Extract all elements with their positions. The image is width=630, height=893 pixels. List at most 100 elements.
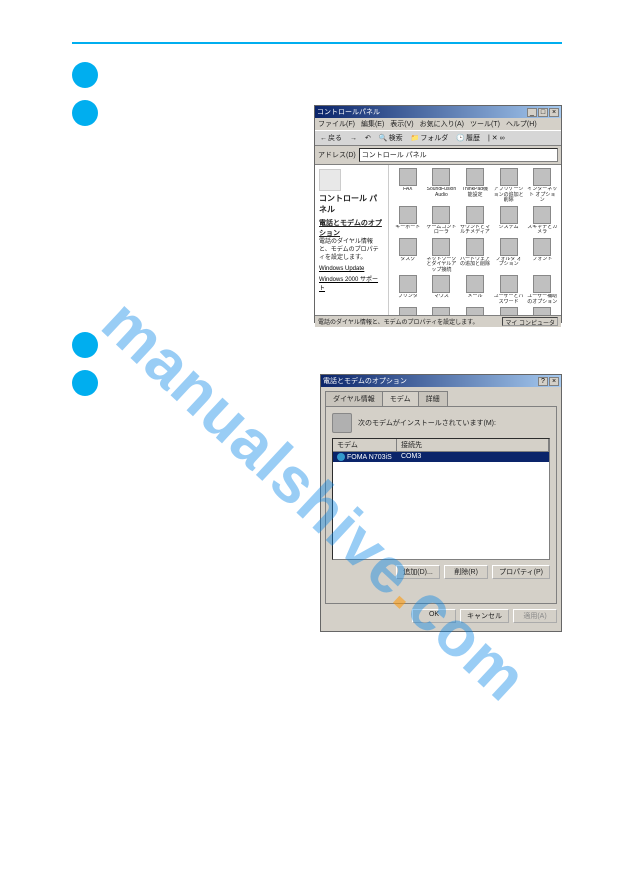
cp-item[interactable]: ゲームコントローラ <box>426 206 458 236</box>
cp-item-icon <box>399 238 417 256</box>
minimize-button[interactable]: _ <box>527 108 537 117</box>
md-body: ダイヤル情報 モデム 詳細 次のモデムがインストールされています(M): モデム… <box>321 387 561 631</box>
modem-list-row[interactable]: FOMA N703iS COM3 <box>333 452 549 462</box>
cp-sidebar-desc: 電話のダイヤル情報と、モデムのプロパティを設定します。 <box>319 239 384 262</box>
cp-item[interactable]: キーボード <box>392 206 424 236</box>
cp-item[interactable]: 地域のオプション <box>493 307 525 315</box>
add-button[interactable]: 追加(D)... <box>396 565 440 579</box>
link-windows-update[interactable]: Windows Update <box>319 266 384 272</box>
menu-tools[interactable]: ツール(T) <box>470 119 500 129</box>
cp-item[interactable]: 画面 <box>426 307 458 315</box>
menu-favorites[interactable]: お気に入り(A) <box>420 119 464 129</box>
modem-options-dialog: 電話とモデムのオプション ? × ダイヤル情報 モデム 詳細 次のモデムがインス… <box>320 374 562 632</box>
cp-item-label: メール <box>467 294 482 300</box>
cp-item[interactable]: ネットワークとダイヤルアップ接続 <box>426 238 458 274</box>
back-button[interactable]: ← 戻る <box>318 133 344 143</box>
tool-sep: | ✕ ∞ <box>486 134 507 142</box>
cp-sidebar-icon <box>319 169 341 191</box>
remove-button[interactable]: 削除(R) <box>444 565 488 579</box>
folders-button[interactable]: 📁フォルダ <box>409 133 451 143</box>
cp-item-label: タスク <box>400 257 415 263</box>
cp-item[interactable]: システム <box>493 206 525 236</box>
cp-addressbar: アドレス(D) コントロール パネル <box>315 146 561 165</box>
cp-item[interactable]: ThinkPad機能設定 <box>459 168 491 204</box>
md-tabpanel: 次のモデムがインストールされています(M): モデム 接続先 FOMA N703… <box>325 406 557 604</box>
apply-button[interactable]: 適用(A) <box>513 609 557 623</box>
menu-view[interactable]: 表示(V) <box>390 119 413 129</box>
cp-item[interactable]: フォルダ オプション <box>493 238 525 274</box>
cp-item[interactable]: プリンタ <box>392 275 424 305</box>
cp-item-icon <box>500 206 518 224</box>
step-bullet-4 <box>72 370 98 396</box>
ok-button[interactable]: OK <box>412 609 456 623</box>
cp-item[interactable]: FAX <box>392 168 424 204</box>
cp-item-icon <box>466 307 484 315</box>
md-tabs: ダイヤル情報 モデム 詳細 <box>325 391 557 406</box>
cp-item-icon <box>533 307 551 315</box>
cp-item[interactable]: ユーザーとパスワード <box>493 275 525 305</box>
cp-item[interactable]: タスク <box>392 238 424 274</box>
close-button[interactable]: × <box>549 377 559 386</box>
cp-item[interactable]: サウンドとマルチメディア <box>459 206 491 236</box>
cp-menubar: ファイル(F) 編集(E) 表示(V) お気に入り(A) ツール(T) ヘルプ(… <box>315 118 561 130</box>
cp-item-label: ハードウェアの追加と削除 <box>460 257 490 268</box>
forward-button[interactable]: → <box>348 135 359 142</box>
step-bullet-3 <box>72 332 98 358</box>
help-button[interactable]: ? <box>538 377 548 386</box>
maximize-button[interactable]: □ <box>538 108 548 117</box>
cp-item-icon <box>533 168 551 186</box>
cp-item[interactable]: アプリケーションの追加と削除 <box>493 168 525 204</box>
modem-list[interactable]: モデム 接続先 FOMA N703iS COM3 <box>332 438 550 560</box>
cp-item-icon <box>432 307 450 315</box>
close-button[interactable]: × <box>549 108 559 117</box>
menu-file[interactable]: ファイル(F) <box>318 119 355 129</box>
cancel-button[interactable]: キャンセル <box>460 609 509 623</box>
cp-item-icon <box>432 275 450 293</box>
cp-item[interactable]: 電源オプション <box>526 307 558 315</box>
cp-item[interactable]: メール <box>459 275 491 305</box>
cp-item-label: プリンタ <box>398 294 418 300</box>
cp-item[interactable]: マウス <box>426 275 458 305</box>
cp-item-label: ThinkPad機能設定 <box>460 187 490 198</box>
cp-item-label: マウス <box>434 294 449 300</box>
cp-item[interactable]: 管理ツール <box>459 307 491 315</box>
up-button[interactable]: ↶ <box>363 134 373 142</box>
menu-help[interactable]: ヘルプ(H) <box>506 119 537 129</box>
cp-item[interactable]: SoundFusion Audio <box>426 168 458 204</box>
cp-item-label: ユーザー補助のオプション <box>527 294 557 305</box>
address-label: アドレス(D) <box>318 150 356 160</box>
link-windows-support[interactable]: Windows 2000 サポート <box>319 274 384 292</box>
md-dialog-buttons: OK キャンセル 適用(A) <box>325 609 557 623</box>
search-button[interactable]: 🔍検索 <box>377 133 405 143</box>
md-titlebar: 電話とモデムのオプション ? × <box>321 375 561 387</box>
tab-modems[interactable]: モデム <box>382 391 419 406</box>
cp-item[interactable]: フォント <box>526 238 558 274</box>
md-title: 電話とモデムのオプション <box>323 376 407 386</box>
col-modem[interactable]: モデム <box>333 439 397 451</box>
cp-item-icon <box>399 206 417 224</box>
cp-item[interactable]: スキャナとカメラ <box>526 206 558 236</box>
cp-toolbar: ← 戻る → ↶ 🔍検索 📁フォルダ 🕒履歴 | ✕ ∞ <box>315 130 561 146</box>
cp-item[interactable]: インターネット オプション <box>526 168 558 204</box>
address-box[interactable]: コントロール パネル <box>359 148 558 162</box>
cp-item-label: ネットワークとダイヤルアップ接続 <box>426 257 456 274</box>
menu-edit[interactable]: 編集(E) <box>361 119 384 129</box>
cp-item-icon <box>500 238 518 256</box>
modem-name-cell: FOMA N703iS <box>333 452 397 462</box>
md-instruction: 次のモデムがインストールされています(M): <box>358 418 496 428</box>
modem-port-cell: COM3 <box>397 452 549 462</box>
cp-item[interactable]: ユーザー補助のオプション <box>526 275 558 305</box>
col-port[interactable]: 接続先 <box>397 439 549 451</box>
cp-item[interactable]: ワイヤレスリンク <box>392 307 424 315</box>
cp-item[interactable]: ハードウェアの追加と削除 <box>459 238 491 274</box>
cp-item-icon <box>466 168 484 186</box>
cp-sidebar-heading: コントロール パネル <box>319 193 384 215</box>
properties-button[interactable]: プロパティ(P) <box>492 565 550 579</box>
cp-sidebar: コントロール パネル 電話とモデムのオプション 電話のダイヤル情報と、モデムのプ… <box>315 165 389 315</box>
tab-advanced[interactable]: 詳細 <box>418 391 448 406</box>
tab-dialing[interactable]: ダイヤル情報 <box>325 391 383 406</box>
cp-item-icon <box>500 168 518 186</box>
history-button[interactable]: 🕒履歴 <box>454 133 482 143</box>
cp-item-label: スキャナとカメラ <box>527 225 557 236</box>
cp-title: コントロールパネル <box>317 107 380 117</box>
